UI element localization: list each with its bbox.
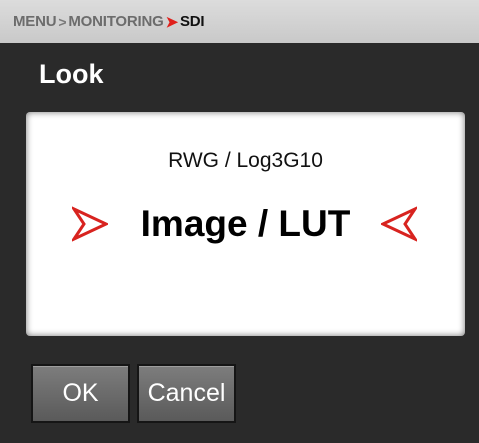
look-value-selector: Image / LUT bbox=[26, 198, 465, 250]
cancel-button[interactable]: Cancel bbox=[137, 364, 236, 423]
breadcrumb-active-separator-icon: ➤ bbox=[165, 13, 179, 31]
breadcrumb-item-monitoring[interactable]: MONITORING bbox=[68, 13, 163, 30]
breadcrumb-item-sdi: SDI bbox=[179, 13, 205, 30]
chevron-left-icon[interactable] bbox=[381, 206, 417, 242]
ok-button[interactable]: OK bbox=[31, 364, 130, 423]
look-selector-panel: RWG / Log3G10 Image / LUT bbox=[26, 112, 465, 336]
look-subtitle: RWG / Log3G10 bbox=[168, 149, 323, 172]
breadcrumb-item-menu[interactable]: MENU bbox=[13, 13, 57, 30]
breadcrumb: MENU > MONITORING ➤ SDI bbox=[0, 0, 479, 43]
breadcrumb-separator-icon: > bbox=[58, 13, 67, 30]
page-title: Look bbox=[39, 59, 104, 89]
